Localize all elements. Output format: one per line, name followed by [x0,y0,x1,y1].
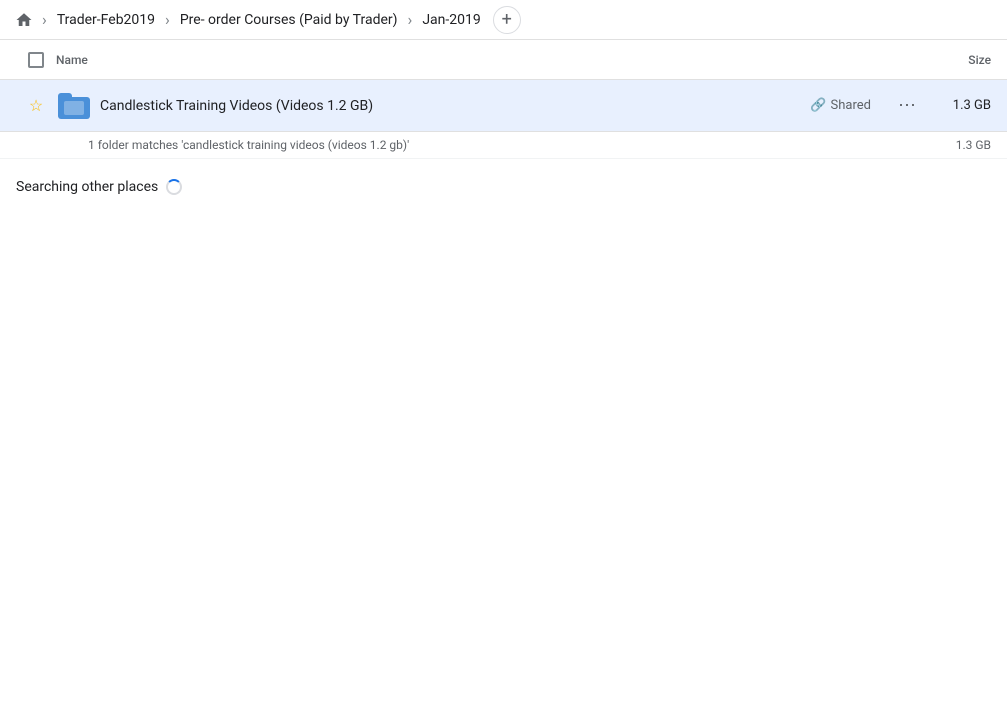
breadcrumb-sep-1: › [42,10,47,29]
star-icon[interactable]: ☆ [20,96,52,115]
shared-badge: 🔗 Shared [802,94,879,117]
column-size-header: Size [911,53,991,67]
column-name-header: Name [56,53,911,67]
header-checkbox-col [16,52,56,68]
breadcrumb-pre-order-courses[interactable]: Pre- order Courses (Paid by Trader) [172,8,406,32]
file-row[interactable]: ☆ Candlestick Training Videos (Videos 1.… [0,80,1007,132]
searching-other-places-title: Searching other places [16,179,158,195]
breadcrumb-sep-2: › [165,10,170,29]
link-icon: 🔗 [810,98,826,113]
home-button[interactable] [8,4,40,36]
match-info-row: 1 folder matches 'candlestick training v… [0,132,1007,159]
breadcrumb-sep-3: › [408,10,413,29]
match-info-size: 1.3 GB [931,138,991,152]
searching-other-places-section: Searching other places [0,159,1007,203]
column-header: Name Size [0,40,1007,80]
match-info-text: 1 folder matches 'candlestick training v… [88,138,931,152]
file-size: 1.3 GB [931,98,991,113]
breadcrumb-trader-feb2019[interactable]: Trader-Feb2019 [49,8,163,32]
row-checkbox-col: ☆ [16,96,56,115]
breadcrumb-bar: › Trader-Feb2019 › Pre- order Courses (P… [0,0,1007,40]
breadcrumb-jan-2019[interactable]: Jan-2019 [414,8,488,32]
file-name: Candlestick Training Videos (Videos 1.2 … [100,98,802,114]
loading-spinner [166,179,182,195]
add-breadcrumb-button[interactable]: + [493,6,521,34]
folder-icon [58,93,90,119]
select-all-checkbox[interactable] [28,52,44,68]
more-options-button[interactable]: ⋯ [891,90,923,122]
folder-icon-wrap [56,93,92,119]
